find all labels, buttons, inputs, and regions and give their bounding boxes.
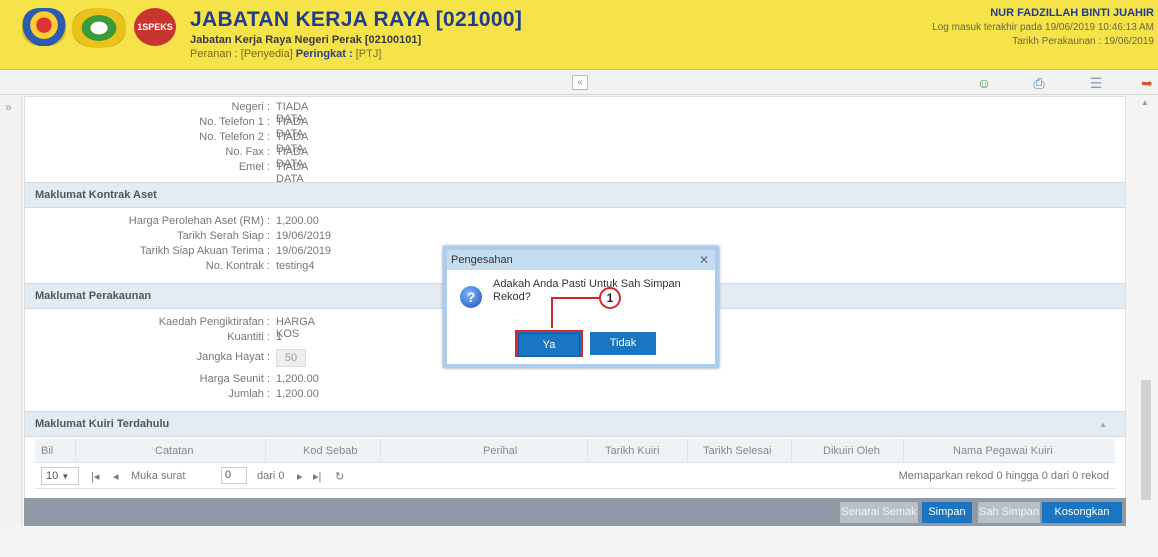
field-label: Harga Seunit : xyxy=(199,373,270,385)
column-divider xyxy=(587,439,588,463)
vertical-scrollbar[interactable]: ▲ xyxy=(1128,96,1156,526)
last-login: Log masuk terakhir pada 19/06/2019 10:46… xyxy=(932,22,1154,33)
column-header[interactable]: Bil xyxy=(41,445,53,457)
field-value: 1,200.00 xyxy=(276,373,319,385)
app-header: 1SPEKS JABATAN KERJA RAYA [021000] Jabat… xyxy=(0,0,1158,70)
callout-connector xyxy=(551,297,553,328)
dialog-header: Pengesahan ✕ xyxy=(447,250,715,270)
question-icon: ? xyxy=(460,286,482,308)
side-rail: » xyxy=(0,96,22,526)
checklist-button[interactable]: Senarai Semak xyxy=(840,502,918,523)
print-icon[interactable]: ⎙ xyxy=(1030,74,1048,92)
record-summary: Memaparkan rekod 0 hingga 0 dari 0 rekod xyxy=(898,470,1109,482)
collapse-header-icon[interactable]: « xyxy=(572,75,588,90)
save-button[interactable]: Simpan xyxy=(922,502,972,523)
field-label: Tarikh Siap Akuan Terima : xyxy=(139,245,270,257)
menu-list-icon[interactable]: ☰ xyxy=(1087,74,1105,92)
dialog-message: Adakah Anda Pasti Untuk Sah Simpan Rekod… xyxy=(493,278,681,303)
next-page-icon[interactable]: ▸ xyxy=(297,470,303,483)
field-label: Harga Perolehan Aset (RM) : xyxy=(128,215,270,227)
field-label: No. Kontrak : xyxy=(205,260,270,272)
agency-title: JABATAN KERJA RAYA [021000] xyxy=(190,8,523,31)
top-toolbar: « ☺ ⎙ ☰ ➥ xyxy=(0,71,1158,95)
section-contract-header: Maklumat Kontrak Aset xyxy=(25,182,1125,208)
field-label: Kuantiti : xyxy=(227,331,270,343)
column-divider xyxy=(791,439,792,463)
column-header[interactable]: Dikuiri Oleh xyxy=(823,445,880,457)
state-crest-logo xyxy=(72,8,126,48)
scroll-up-icon[interactable]: ▲ xyxy=(1141,98,1149,107)
role-value: [Penyedia] xyxy=(240,48,293,60)
column-divider xyxy=(380,439,381,463)
section-query-header[interactable]: Maklumat Kuiri Terdahulu ▲ xyxy=(25,411,1125,437)
query-table-pager: 10 ▼ |◂ ◂ Muka surat 0 dari 0 ▸ ▸| ↻ Mem… xyxy=(35,463,1115,489)
action-bar: Senarai Semak Simpan Sah Simpan Kosongka… xyxy=(24,498,1126,526)
user-name: NUR FADZILLAH BINTI JUAHIR xyxy=(990,7,1154,19)
field-value: 1 xyxy=(276,331,283,343)
page-size-select[interactable]: 10 ▼ xyxy=(41,467,79,485)
user-switch-icon[interactable]: ☺ xyxy=(975,74,993,92)
level-value: [PTJ] xyxy=(355,48,382,60)
chevron-down-icon: ▼ xyxy=(61,472,70,481)
field-value: 1,200.00 xyxy=(276,388,319,400)
role-info: Peranan : [Penyedia] Peringkat : [PTJ] xyxy=(190,48,381,60)
scroll-thumb[interactable] xyxy=(1141,380,1151,500)
step-callout-badge: 1 xyxy=(599,287,621,309)
lifespan-field: 50 xyxy=(276,349,306,367)
column-header[interactable]: Kod Sebab xyxy=(303,445,357,457)
level-label: Peringkat : xyxy=(292,48,356,60)
callout-connector xyxy=(553,297,599,299)
refresh-icon[interactable]: ↻ xyxy=(335,470,344,483)
column-divider xyxy=(265,439,266,463)
field-label: No. Telefon 2 : xyxy=(199,131,270,143)
logout-icon[interactable]: ➥ xyxy=(1138,74,1156,92)
field-label: Kaedah Pengiktirafan : xyxy=(158,316,270,328)
government-crest-logo xyxy=(22,8,66,46)
page-size-value: 10 xyxy=(46,470,59,482)
query-table-header: Bil Catatan Kod Sebab Perihal Tarikh Kui… xyxy=(35,439,1115,463)
prev-page-icon[interactable]: ◂ xyxy=(113,470,119,483)
collapse-section-icon[interactable]: ▲ xyxy=(1099,412,1107,437)
field-value: 1,200.00 xyxy=(276,215,319,227)
column-header[interactable]: Catatan xyxy=(155,445,194,457)
column-header[interactable]: Perihal xyxy=(483,445,517,457)
clear-button[interactable]: Kosongkan xyxy=(1042,502,1122,523)
section-query-title: Maklumat Kuiri Terdahulu xyxy=(35,418,170,430)
ispeks-logo: 1SPEKS xyxy=(134,8,176,46)
column-divider xyxy=(75,439,76,463)
agency-subtitle: Jabatan Kerja Raya Negeri Perak [0210010… xyxy=(190,34,422,46)
yes-button[interactable]: Ya xyxy=(515,330,583,357)
close-icon[interactable]: ✕ xyxy=(699,250,709,270)
column-divider xyxy=(903,439,904,463)
page-number-input[interactable]: 0 xyxy=(221,467,247,484)
account-date: Tarikh Perakaunan : 19/06/2019 xyxy=(1012,36,1154,47)
yes-button-label: Ya xyxy=(518,333,580,357)
expand-menu-icon[interactable]: » xyxy=(5,100,12,114)
field-label: Negeri : xyxy=(231,101,270,113)
page-total: dari 0 xyxy=(257,470,285,482)
role-label: Peranan : xyxy=(190,48,241,60)
field-label: No. Telefon 1 : xyxy=(199,116,270,128)
column-header[interactable]: Tarikh Kuiri xyxy=(605,445,659,457)
column-divider xyxy=(687,439,688,463)
field-label: Tarikh Serah Siap : xyxy=(177,230,270,242)
no-button[interactable]: Tidak xyxy=(590,332,656,355)
column-header[interactable]: Tarikh Selesai xyxy=(703,445,771,457)
column-header[interactable]: Nama Pegawai Kuiri xyxy=(953,445,1053,457)
confirm-dialog: Pengesahan ✕ ? Adakah Anda Pasti Untuk S… xyxy=(443,246,719,368)
field-value: 19/06/2019 xyxy=(276,245,332,257)
first-page-icon[interactable]: |◂ xyxy=(91,470,99,483)
field-value: 19/06/2019 xyxy=(276,230,332,242)
field-label: No. Fax : xyxy=(225,146,270,158)
field-label: Jangka Hayat : xyxy=(196,351,270,363)
field-value: testing4 xyxy=(276,260,315,272)
dialog-title: Pengesahan xyxy=(451,254,513,266)
page-label: Muka surat xyxy=(131,470,186,482)
field-label: Jumlah : xyxy=(228,388,270,400)
field-label: Emel : xyxy=(238,161,270,173)
confirm-save-button[interactable]: Sah Simpan xyxy=(978,502,1040,523)
last-page-icon[interactable]: ▸| xyxy=(313,470,321,483)
